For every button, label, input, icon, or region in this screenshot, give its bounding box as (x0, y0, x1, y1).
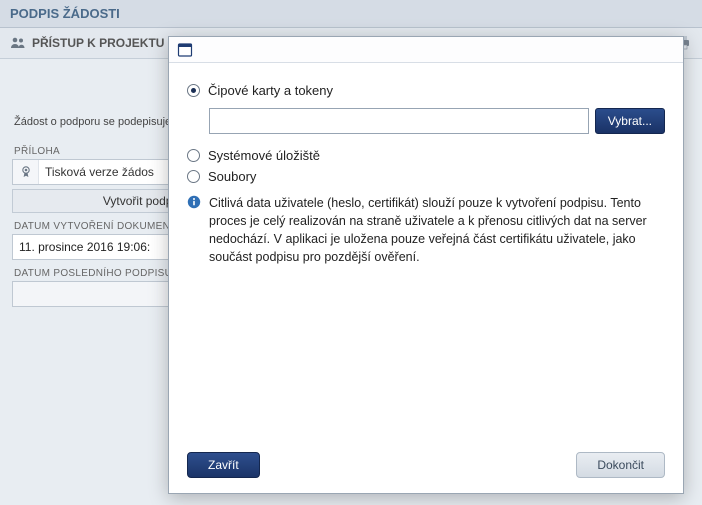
info-text: Citlivá data uživatele (heslo, certifiká… (209, 194, 661, 267)
info-icon (187, 195, 201, 209)
project-access-label: PŘÍSTUP K PROJEKTU (32, 36, 164, 50)
project-access-link[interactable]: PŘÍSTUP K PROJEKTU (10, 35, 164, 51)
dialog-footer: Zavřít Dokončit (169, 437, 683, 493)
radio-system-store-label[interactable]: Systémové úložiště (208, 148, 320, 163)
people-icon (10, 35, 26, 51)
radio-files-label[interactable]: Soubory (208, 169, 256, 184)
close-button[interactable]: Zavřít (187, 452, 260, 478)
page-title: PODPIS ŽÁDOSTI (0, 0, 702, 28)
window-icon (177, 42, 193, 58)
radio-chip-cards[interactable] (187, 84, 200, 97)
dialog-body: Čipové karty a tokeny Vybrat... Systémov… (169, 63, 683, 437)
signature-source-dialog: Čipové karty a tokeny Vybrat... Systémov… (168, 36, 684, 494)
choose-button[interactable]: Vybrat... (595, 108, 665, 134)
radio-files[interactable] (187, 170, 200, 183)
radio-chip-cards-label[interactable]: Čipové karty a tokeny (208, 83, 333, 98)
finish-button[interactable]: Dokončit (576, 452, 665, 478)
certificate-path-input[interactable] (209, 108, 589, 134)
radio-system-store[interactable] (187, 149, 200, 162)
dialog-titlebar (169, 37, 683, 63)
seal-icon (13, 160, 39, 184)
